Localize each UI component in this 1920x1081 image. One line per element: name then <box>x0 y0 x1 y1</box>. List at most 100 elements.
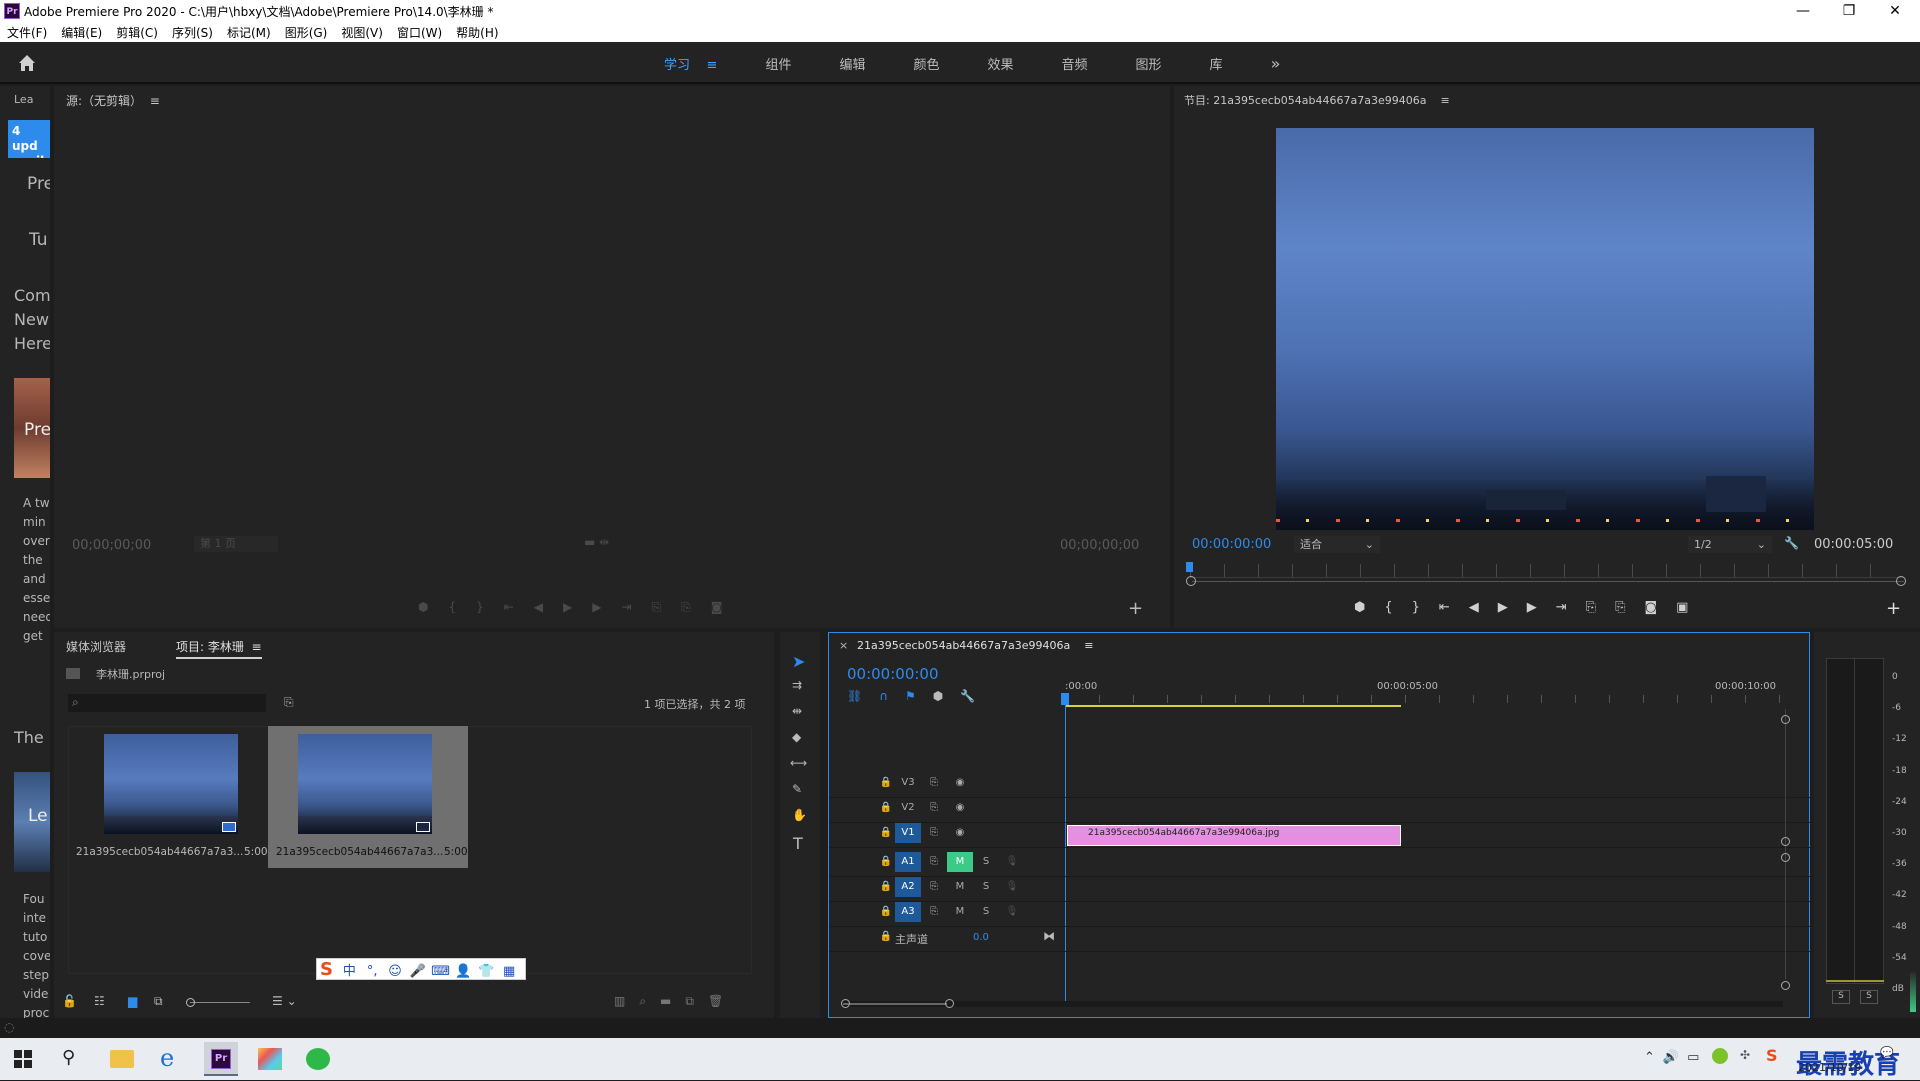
zoom-handle-left[interactable] <box>1186 576 1196 586</box>
zoom-bar[interactable] <box>1192 581 1904 582</box>
ime-tools-icon[interactable]: ▦ <box>500 964 519 979</box>
source-settings-icon[interactable]: ▬ ⇹ <box>584 535 609 549</box>
mute-button[interactable]: M <box>947 877 973 897</box>
razor-tool-icon[interactable]: ◆ <box>792 730 801 744</box>
program-transport-controls[interactable]: ⬢{}⇤◀▶▶⇥⎘⎘◙▣ <box>1354 600 1707 615</box>
project-item-selected[interactable]: 21a395cecb054ab44667a7a3... 5:00 <box>268 726 468 868</box>
learn-tab[interactable]: Lea <box>14 93 33 106</box>
timeline-toolbar[interactable]: ⛓∩⚑⬢🔧 <box>847 689 992 703</box>
sync-icon[interactable]: ⎘ <box>921 798 947 818</box>
timeline-playhead[interactable] <box>1065 695 1066 1001</box>
workspace-effects[interactable]: 效果 <box>988 54 1014 73</box>
ime-voice-icon[interactable]: 🎤 <box>408 964 427 979</box>
mute-button[interactable]: M <box>947 852 973 872</box>
ime-emoji-icon[interactable]: ☺ <box>385 964 404 979</box>
tab-media-browser[interactable]: 媒体浏览器 <box>66 638 126 655</box>
eye-icon[interactable]: ◉ <box>947 773 973 793</box>
hand-tool-icon[interactable]: ✋ <box>792 808 807 822</box>
update-banner[interactable]: 4 upd avail <box>8 120 50 158</box>
zoom-slider[interactable] <box>190 1002 250 1003</box>
fit-dropdown[interactable]: 适合 ⌄ <box>1294 536 1380 553</box>
ime-keyboard-icon[interactable]: ⌨ <box>431 964 450 979</box>
scroll-handle[interactable] <box>1781 853 1790 862</box>
ime-toolbar[interactable]: S 中 °, ☺ 🎤 ⌨ 👤 👕 ▦ <box>316 958 526 980</box>
sync-icon[interactable]: ⎘ <box>921 823 947 843</box>
ime-chinese-mode[interactable]: 中 <box>340 960 359 979</box>
solo-button[interactable]: S <box>973 877 999 897</box>
ime-user-icon[interactable]: 👤 <box>454 964 473 979</box>
selection-tool-icon[interactable]: ➤ <box>792 652 805 671</box>
timeline-ruler[interactable] <box>1065 695 1785 703</box>
work-area-bar[interactable] <box>1065 705 1401 707</box>
solo-right-button[interactable]: S <box>1860 990 1878 1004</box>
workspace-editing[interactable]: 编辑 <box>839 54 865 73</box>
mute-button[interactable]: M <box>947 902 973 922</box>
taskbar-premiere-active[interactable]: Pr <box>204 1042 238 1076</box>
minimize-button[interactable]: — <box>1780 0 1826 22</box>
sync-icon[interactable]: ⎘ <box>921 902 947 922</box>
project-item[interactable]: 21a395cecb054ab44667a7a3... 5:00 <box>74 732 272 868</box>
horizontal-scroll-thumb[interactable] <box>843 1003 947 1005</box>
tab-project[interactable]: 项目: 李林珊 ≡ <box>176 638 262 659</box>
track-label[interactable]: A2 <box>895 877 921 897</box>
menu-markers[interactable]: 标记(M) <box>220 22 278 42</box>
workspace-assembly[interactable]: 组件 <box>765 54 791 73</box>
search-icon[interactable]: ⚲ <box>62 1047 75 1068</box>
page-select[interactable]: 第 1 页 <box>194 536 278 552</box>
microphone-icon[interactable]: 🎙 <box>999 902 1025 922</box>
menu-graphics[interactable]: 图形(G) <box>278 22 335 42</box>
horizontal-scrollbar[interactable] <box>843 1001 1783 1007</box>
sync-icon[interactable]: ⎘ <box>921 773 947 793</box>
sort-icon[interactable]: ☰ ⌄ <box>272 994 297 1008</box>
timeline-clip[interactable]: 21a395cecb054ab44667a7a3e99406a.jpg <box>1067 825 1401 846</box>
windows-start-icon[interactable] <box>14 1050 32 1068</box>
wrench-icon[interactable]: 🔧 <box>1784 536 1799 550</box>
scroll-handle[interactable] <box>1781 981 1790 990</box>
solo-button[interactable]: S <box>973 852 999 872</box>
zoom-handle-right[interactable] <box>945 999 954 1008</box>
wechat-icon[interactable] <box>306 1048 330 1070</box>
master-volume[interactable]: 0.0 <box>973 932 989 943</box>
menu-sequence[interactable]: 序列(S) <box>165 22 220 42</box>
tray-input-icon[interactable]: ✣ <box>1740 1048 1750 1062</box>
program-menu-icon[interactable]: ≡ <box>1440 94 1449 107</box>
source-menu-icon[interactable]: ≡ <box>150 94 160 108</box>
project-menu-icon[interactable]: ≡ <box>252 640 262 654</box>
workspace-learn[interactable]: 学习 ≡ <box>664 54 717 73</box>
workspace-graphics[interactable]: 图形 <box>1136 54 1162 73</box>
program-timecode[interactable]: 00:00:00:00 <box>1192 537 1271 552</box>
sogou-tray-icon[interactable]: S <box>1766 1046 1778 1065</box>
source-timecode[interactable]: 00;00;00;00 <box>72 538 151 553</box>
timeline-timecode[interactable]: 00:00:00:00 <box>847 665 939 683</box>
workspace-color[interactable]: 颜色 <box>913 54 939 73</box>
workspace-menu-icon[interactable]: ≡ <box>707 58 718 73</box>
timeline-menu-icon[interactable]: ≡ <box>1084 639 1093 652</box>
type-tool-icon[interactable]: T <box>793 834 803 853</box>
microphone-icon[interactable]: 🎙 <box>999 852 1025 872</box>
sync-icon[interactable]: ⎘ <box>921 877 947 897</box>
microphone-icon[interactable]: 🎙 <box>999 877 1025 897</box>
list-view-icon[interactable]: ☷ <box>94 994 105 1008</box>
menu-edit[interactable]: 编辑(E) <box>54 22 109 42</box>
track-select-tool-icon[interactable]: ⇉ <box>792 678 802 692</box>
ripple-edit-tool-icon[interactable]: ⇹ <box>792 704 802 718</box>
icon-view-icon[interactable]: ▆ <box>128 994 137 1008</box>
scroll-handle[interactable] <box>1781 715 1790 724</box>
track-label[interactable]: A1 <box>895 852 921 872</box>
lock-icon[interactable]: 🔓 <box>62 994 77 1008</box>
master-expand-icon[interactable]: ⧓ <box>1043 929 1055 943</box>
project-footer-tools[interactable]: ▥⌕▬⧉🗑 <box>614 994 737 1009</box>
edge-browser-icon[interactable]: e <box>160 1044 174 1072</box>
home-icon[interactable] <box>16 52 38 74</box>
menu-file[interactable]: 文件(F) <box>0 22 54 42</box>
source-transport-controls[interactable]: ⬢{}⇤◀▶▶⇥⎘⎘◙ <box>418 600 742 615</box>
eye-icon[interactable]: ◉ <box>947 823 973 843</box>
ime-skin-icon[interactable]: 👕 <box>477 964 496 979</box>
tray-app-icon[interactable] <box>1712 1048 1728 1064</box>
slip-tool-icon[interactable]: ⟷ <box>790 756 807 770</box>
eye-icon[interactable]: ◉ <box>947 798 973 818</box>
source-add-button-icon[interactable]: + <box>1128 598 1143 619</box>
file-explorer-icon[interactable] <box>110 1050 134 1068</box>
resolution-dropdown[interactable]: 1/2 ⌄ <box>1688 536 1772 553</box>
solo-button[interactable]: S <box>973 902 999 922</box>
